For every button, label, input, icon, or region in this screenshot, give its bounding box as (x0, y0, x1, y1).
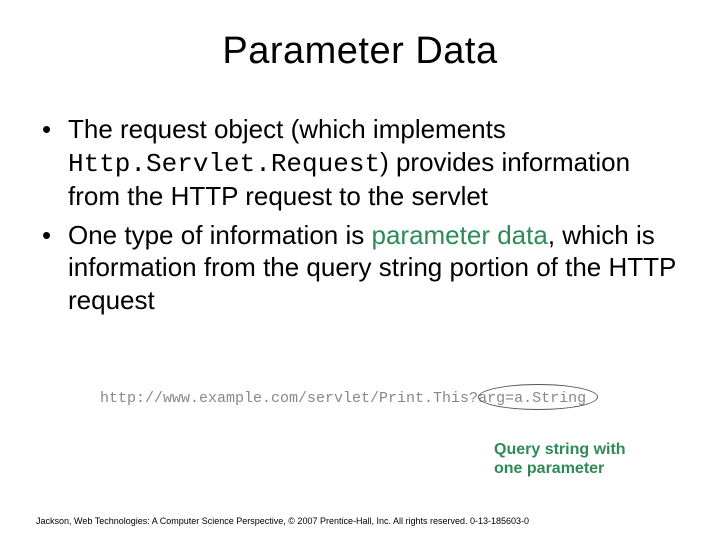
bullet-2-pre: One type of information is (68, 220, 371, 250)
bullet-item-2: One type of information is parameter dat… (42, 219, 684, 317)
slide: Parameter Data The request object (which… (0, 0, 720, 540)
bullet-item-1: The request object (which implements Htt… (42, 113, 684, 213)
slide-title: Parameter Data (36, 30, 684, 73)
bullet-1-pre: The request object (which implements (68, 114, 506, 144)
bullet-1-code: Http.Servlet.Request (68, 149, 380, 179)
callout-label: Query string with one parameter (494, 440, 626, 478)
footer-citation: Jackson, Web Technologies: A Computer Sc… (36, 516, 529, 526)
url-base: http://www.example.com/servlet/Print.Thi… (100, 390, 478, 407)
example-url: http://www.example.com/servlet/Print.Thi… (100, 390, 586, 407)
bullet-2-term: parameter data (371, 220, 547, 250)
bullet-list: The request object (which implements Htt… (36, 113, 684, 316)
callout-line-2: one parameter (494, 459, 626, 478)
callout-line-1: Query string with (494, 440, 626, 459)
url-query: arg=a.String (478, 390, 586, 407)
